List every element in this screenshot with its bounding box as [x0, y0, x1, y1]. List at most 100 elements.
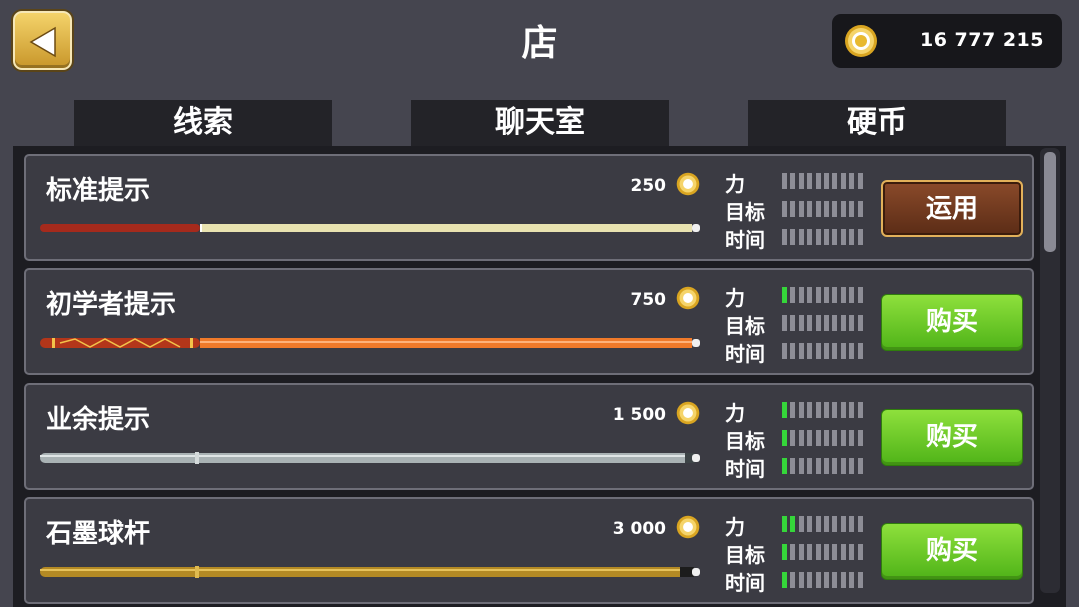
stat-label-aim: 目标	[725, 429, 765, 453]
stat-segment-empty	[849, 201, 855, 217]
stat-segment-empty	[824, 315, 829, 331]
stat-segment-empty	[840, 315, 846, 331]
stat-label-power: 力	[725, 172, 745, 196]
coin-icon	[845, 25, 877, 57]
stat-segment-empty	[840, 287, 846, 303]
coin-icon	[676, 401, 700, 425]
stat-segment-empty	[790, 343, 796, 359]
stat-segment-empty	[832, 287, 838, 303]
stat-segment-empty	[815, 516, 821, 532]
power-bar	[782, 402, 866, 418]
buy-button[interactable]: 购买	[881, 409, 1023, 466]
stat-segment-empty	[790, 544, 796, 560]
stat-segment-empty	[824, 458, 829, 474]
stat-segment-empty	[807, 315, 813, 331]
stat-segment-empty	[807, 201, 813, 217]
stat-segment-empty	[798, 173, 804, 189]
stat-label-aim: 目标	[725, 543, 765, 567]
time-bar	[782, 343, 866, 359]
stat-segment-empty	[849, 229, 855, 245]
stat-segment-empty	[832, 315, 838, 331]
stat-segment-empty	[849, 173, 855, 189]
stat-segment-empty	[824, 572, 829, 588]
stat-segment-empty	[824, 287, 829, 303]
stat-segment-empty	[798, 201, 804, 217]
coin-balance: 16 777 215	[832, 14, 1062, 68]
stat-segment-empty	[798, 402, 804, 418]
stat-segment-empty	[815, 287, 821, 303]
stat-segment-filled	[782, 402, 787, 418]
stat-segment-empty	[857, 430, 863, 446]
stat-segment-empty	[815, 201, 821, 217]
stat-segment-empty	[824, 516, 829, 532]
tab-chat[interactable]: 聊天室	[411, 100, 669, 150]
stat-segment-empty	[832, 343, 838, 359]
cue-stick-image	[40, 452, 700, 464]
aim-bar	[782, 201, 866, 217]
tab-cues[interactable]: 线索	[74, 100, 332, 150]
stat-segment-empty	[849, 430, 855, 446]
apply-button[interactable]: 运用	[881, 180, 1023, 237]
stat-segment-empty	[857, 458, 863, 474]
stat-segment-empty	[790, 315, 796, 331]
stat-segment-empty	[840, 430, 846, 446]
stat-segment-empty	[807, 287, 813, 303]
stat-segment-empty	[790, 402, 796, 418]
cue-stick-image	[40, 338, 700, 348]
power-bar	[782, 516, 866, 532]
stat-segment-empty	[807, 544, 813, 560]
stat-segment-empty	[857, 572, 863, 588]
stat-segment-empty	[840, 572, 846, 588]
time-bar	[782, 229, 866, 245]
buy-button[interactable]: 购买	[881, 294, 1023, 351]
stat-segment-empty	[857, 315, 863, 331]
stat-segment-empty	[782, 201, 787, 217]
cue-price: 1 500	[612, 405, 666, 425]
stat-segment-empty	[798, 458, 804, 474]
stat-segment-empty	[840, 201, 846, 217]
stat-segment-empty	[840, 458, 846, 474]
stat-segment-empty	[849, 343, 855, 359]
stat-label-time: 时间	[725, 571, 765, 595]
stat-segment-empty	[815, 402, 821, 418]
stat-segment-empty	[798, 544, 804, 560]
tab-coins[interactable]: 硬币	[748, 100, 1006, 150]
scrollbar[interactable]	[1040, 148, 1060, 593]
stat-segment-empty	[807, 430, 813, 446]
stat-segment-empty	[857, 173, 863, 189]
stat-segment-empty	[790, 572, 796, 588]
stat-label-power: 力	[725, 286, 745, 310]
coin-icon	[676, 515, 700, 539]
stat-segment-empty	[815, 430, 821, 446]
stat-segment-empty	[798, 516, 804, 532]
cue-name: 业余提示	[46, 405, 151, 435]
scrollbar-thumb[interactable]	[1044, 152, 1056, 252]
list-item-standard-cue: 标准提示 250 力 目标 时间 运用	[24, 154, 1034, 261]
stat-segment-empty	[798, 572, 804, 588]
stat-segment-empty	[824, 201, 829, 217]
stat-segment-empty	[849, 287, 855, 303]
stat-segment-empty	[790, 287, 796, 303]
stat-segment-empty	[857, 516, 863, 532]
stat-label-aim: 目标	[725, 314, 765, 338]
stat-segment-empty	[807, 572, 813, 588]
buy-button[interactable]: 购买	[881, 523, 1023, 580]
coin-icon	[676, 286, 700, 310]
stat-segment-empty	[815, 173, 821, 189]
stat-segment-empty	[798, 343, 804, 359]
aim-bar	[782, 315, 866, 331]
stat-segment-empty	[832, 544, 838, 560]
stat-segment-filled	[782, 430, 787, 446]
stat-segment-empty	[790, 458, 796, 474]
stat-segment-empty	[840, 173, 846, 189]
cue-price: 3 000	[612, 519, 666, 539]
stat-segment-empty	[832, 173, 838, 189]
list-item-amateur-cue: 业余提示 1 500 力 目标 时间 购买	[24, 383, 1034, 490]
cue-name: 初学者提示	[46, 290, 177, 320]
list-item-graphite-cue: 石墨球杆 3 000 力 目标 时间 购买	[24, 497, 1034, 604]
stat-segment-empty	[790, 201, 796, 217]
stat-label-power: 力	[725, 515, 745, 539]
cue-price: 250	[630, 176, 667, 196]
cue-name: 标准提示	[46, 176, 151, 206]
stat-segment-empty	[798, 315, 804, 331]
